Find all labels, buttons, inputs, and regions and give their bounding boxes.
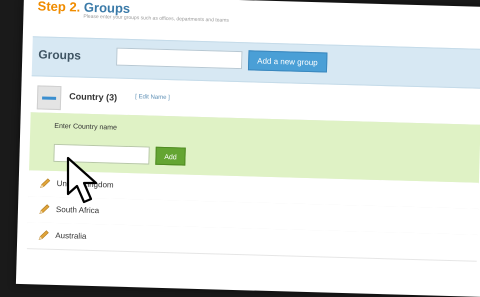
country-label: South Africa (55, 204, 100, 216)
step-subtitle: Please enter your groups such as offices… (83, 13, 229, 24)
add-group-button[interactable]: Add a new group (247, 50, 327, 73)
pencil-icon[interactable] (39, 177, 51, 189)
group-title: Country (3) (69, 91, 118, 103)
groups-step-page: Step 2. Groups Please enter your groups … (15, 0, 480, 297)
pencil-icon[interactable] (38, 203, 50, 215)
add-country-button[interactable]: Add (155, 146, 186, 166)
groups-toolbar: Groups Add a new group (31, 36, 480, 89)
groups-label: Groups (38, 47, 82, 63)
country-name-label: Enter Country name (54, 122, 118, 132)
country-label: Australia (55, 230, 87, 241)
edit-name-link[interactable]: [ Edit Name ] (135, 94, 170, 101)
step-number: Step 2. (37, 0, 81, 15)
pencil-icon[interactable] (37, 229, 49, 241)
collapse-minus-icon[interactable] (36, 85, 62, 111)
mouse-cursor-icon (66, 156, 98, 204)
new-group-input[interactable] (116, 47, 243, 70)
